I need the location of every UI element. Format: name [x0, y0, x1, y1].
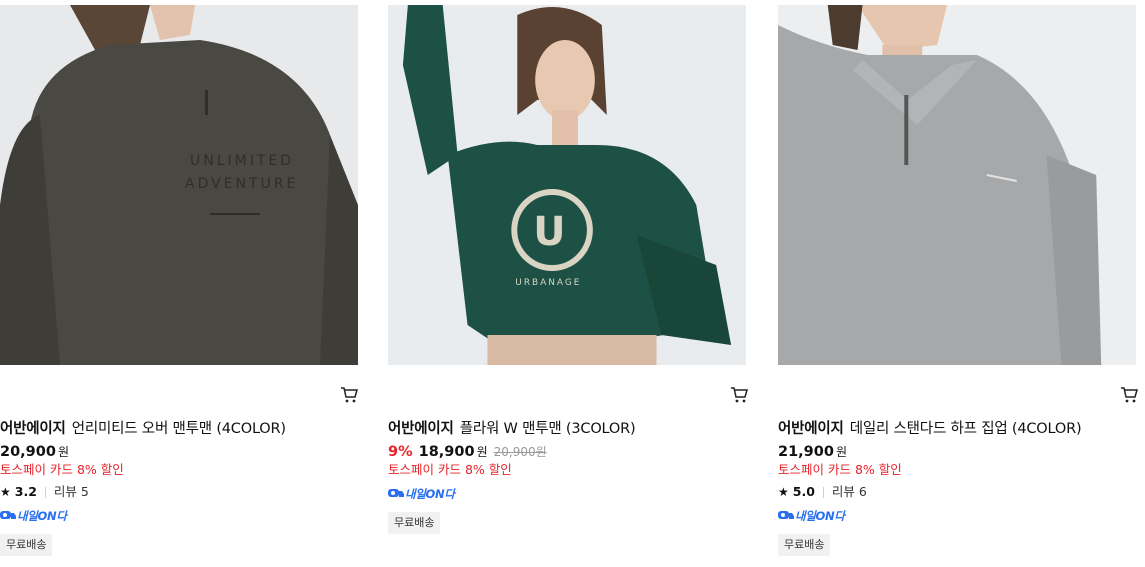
- price-value: 21,900: [778, 444, 834, 460]
- delivery-badge: 내일ON다: [778, 508, 845, 524]
- price-value: 20,900: [0, 444, 56, 460]
- delivery-badge-label: 내일ON다: [17, 509, 67, 523]
- product-image[interactable]: U URBANAGE: [388, 5, 746, 365]
- delivery-badge: 내일ON다: [0, 508, 67, 524]
- truck-icon: [388, 489, 404, 497]
- free-shipping-badge: 무료배송: [0, 534, 53, 556]
- original-price: 20,900원: [493, 445, 547, 459]
- product-name[interactable]: 데일리 스탠다드 하프 집업 (4COLOR): [850, 421, 1082, 437]
- product-title[interactable]: 어반에이지 언리미티드 오버 맨투맨 (4COLOR): [0, 419, 286, 439]
- brand-name[interactable]: 어반에이지: [388, 421, 454, 437]
- svg-text:U: U: [533, 209, 565, 255]
- price-row: 9% 18,900 원 20,900원: [388, 442, 547, 462]
- promo-text: 토스페이 카드 8% 할인: [0, 462, 124, 477]
- free-shipping-badge: 무료배송: [778, 534, 831, 556]
- product-card[interactable]: UNLIMITED ADVENTURE 어반에이지 언리미티드 오버 맨투맨 (4…: [0, 0, 360, 567]
- product-card[interactable]: U URBANAGE 어반에이지 플라워 W 맨투맨 (3COLOR) 9% 18,…: [388, 0, 748, 567]
- product-image[interactable]: UNLIMITED ADVENTURE: [0, 5, 358, 365]
- print-text-line2: ADVENTURE: [185, 176, 298, 192]
- product-name[interactable]: 플라워 W 맨투맨 (3COLOR): [460, 421, 636, 437]
- rating-score: 5.0: [792, 484, 815, 499]
- product-title[interactable]: 어반에이지 데일리 스탠다드 하프 집업 (4COLOR): [778, 419, 1082, 439]
- brand-name[interactable]: 어반에이지: [0, 421, 66, 437]
- review-count[interactable]: 리뷰 6: [832, 483, 867, 501]
- discount-rate: 9%: [388, 444, 413, 460]
- rating-row: ★ 3.2 리뷰 5: [0, 483, 89, 501]
- review-count[interactable]: 리뷰 5: [54, 483, 89, 501]
- promo-text: 토스페이 카드 8% 할인: [388, 462, 512, 477]
- star-icon: ★: [0, 485, 11, 499]
- print-text: URBANAGE: [515, 278, 581, 288]
- product-title[interactable]: 어반에이지 플라워 W 맨투맨 (3COLOR): [388, 419, 636, 439]
- delivery-badge: 내일ON다: [388, 486, 455, 502]
- print-text-line1: UNLIMITED: [190, 153, 294, 169]
- divider: [44, 486, 46, 498]
- currency: 원: [57, 445, 70, 459]
- star-icon: ★: [778, 485, 789, 499]
- price-row: 21,900 원: [778, 442, 847, 462]
- cart-icon[interactable]: [1120, 386, 1138, 404]
- cart-icon[interactable]: [340, 386, 358, 404]
- price-value: 18,900: [418, 444, 475, 460]
- delivery-badge-label: 내일ON다: [795, 509, 845, 523]
- currency: 원: [835, 445, 848, 459]
- price-row: 20,900 원: [0, 442, 69, 462]
- promo-text: 토스페이 카드 8% 할인: [778, 462, 902, 477]
- cart-icon[interactable]: [730, 386, 748, 404]
- truck-icon: [778, 511, 794, 519]
- free-shipping-badge: 무료배송: [388, 512, 441, 534]
- divider: [822, 486, 824, 498]
- rating-score: 3.2: [14, 484, 37, 499]
- rating-row: ★ 5.0 리뷰 6: [778, 483, 867, 501]
- product-image[interactable]: [778, 5, 1136, 365]
- truck-icon: [0, 511, 16, 519]
- brand-name[interactable]: 어반에이지: [778, 421, 844, 437]
- product-name[interactable]: 언리미티드 오버 맨투맨 (4COLOR): [72, 421, 286, 437]
- currency: 원: [476, 445, 488, 459]
- product-card[interactable]: 어반에이지 데일리 스탠다드 하프 집업 (4COLOR) 21,900 원 토스페…: [778, 0, 1138, 567]
- delivery-badge-label: 내일ON다: [405, 487, 455, 501]
